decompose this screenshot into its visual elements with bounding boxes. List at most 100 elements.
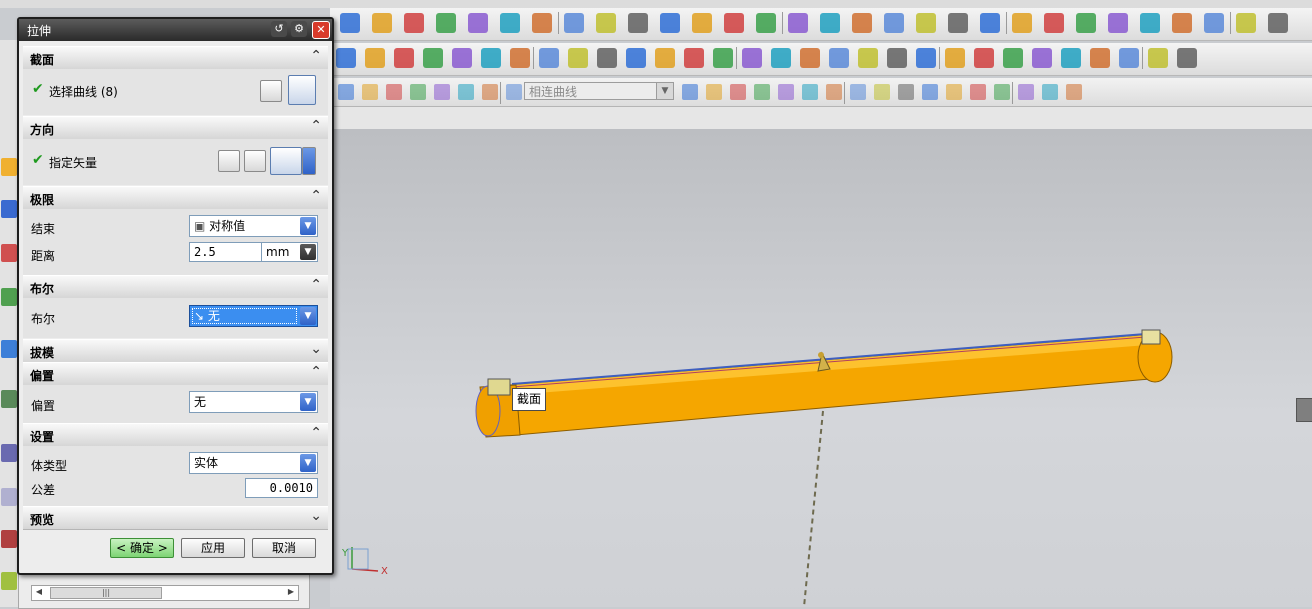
toolbar-command-icon[interactable] xyxy=(482,84,498,100)
toolbar-command-icon[interactable] xyxy=(1119,48,1139,68)
tolerance-input[interactable]: 0.0010 xyxy=(245,478,318,498)
toolbar-command-icon[interactable] xyxy=(970,84,986,100)
toolbar-command-icon[interactable] xyxy=(423,48,443,68)
toolbar-command-icon[interactable] xyxy=(539,48,559,68)
toolbar-command-icon[interactable] xyxy=(858,48,878,68)
toolbar-command-icon[interactable] xyxy=(1012,13,1032,33)
toolbar-command-icon[interactable] xyxy=(771,48,791,68)
toolbar-command-icon[interactable] xyxy=(916,48,936,68)
scroll-thumb[interactable]: ||| xyxy=(50,587,162,599)
dialog-titlebar[interactable]: 拉伸 ↺ ⚙ ✕ xyxy=(19,19,332,41)
gear-icon[interactable]: ⚙ xyxy=(291,21,307,37)
system-materials-icon[interactable] xyxy=(1,444,17,462)
toolbar-command-icon[interactable] xyxy=(628,13,648,33)
toolbar-command-icon[interactable] xyxy=(850,84,866,100)
clock-icon[interactable] xyxy=(1,488,17,506)
toolbar-command-icon[interactable] xyxy=(660,13,680,33)
toolbar-command-icon[interactable] xyxy=(1204,13,1224,33)
toolbar-command-icon[interactable] xyxy=(730,84,746,100)
toolbar-command-icon[interactable] xyxy=(1003,48,1023,68)
toolbar-command-icon[interactable] xyxy=(338,84,354,100)
toolbar-command-icon[interactable] xyxy=(336,48,356,68)
curve-rule-filter-combo[interactable]: 相连曲线 ▼ xyxy=(524,82,674,100)
toolbar-command-icon[interactable] xyxy=(1108,13,1128,33)
specify-vector-label[interactable]: 指定矢量 xyxy=(49,154,97,171)
toolbar-command-icon[interactable] xyxy=(948,13,968,33)
toolbar-command-icon[interactable] xyxy=(568,48,588,68)
roles-icon[interactable] xyxy=(1,572,17,590)
reuse-library-icon[interactable] xyxy=(1,288,17,306)
toolbar-command-icon[interactable] xyxy=(778,84,794,100)
toolbar-command-icon[interactable] xyxy=(500,13,520,33)
toolbar-command-icon[interactable] xyxy=(802,84,818,100)
boolean-group-header[interactable]: 布尔 ⌃ xyxy=(23,275,328,299)
section-select-icon[interactable] xyxy=(288,75,316,105)
toolbar-command-icon[interactable] xyxy=(1172,13,1192,33)
toolbar-command-icon[interactable] xyxy=(365,48,385,68)
end-select[interactable]: ▣ 对称值 ▼ xyxy=(189,215,318,237)
toolbar-command-icon[interactable] xyxy=(386,84,402,100)
toolbar-command-icon[interactable] xyxy=(682,84,698,100)
toolbar-command-icon[interactable] xyxy=(724,13,744,33)
vector-dialog-icon[interactable] xyxy=(244,150,266,172)
toolbar-command-icon[interactable] xyxy=(1148,48,1168,68)
toolbar-command-icon[interactable] xyxy=(713,48,733,68)
apply-button[interactable]: 应用 xyxy=(181,538,245,558)
toolbar-command-icon[interactable] xyxy=(481,48,501,68)
assembly-navigator-icon[interactable] xyxy=(1,158,17,176)
toolbar-command-icon[interactable] xyxy=(829,48,849,68)
toolbar-command-icon[interactable] xyxy=(468,13,488,33)
toolbar-command-icon[interactable] xyxy=(820,13,840,33)
body-type-select[interactable]: 实体 ▼ xyxy=(189,452,318,474)
distance-input[interactable]: 2.5 xyxy=(189,242,262,262)
toolbar-command-icon[interactable] xyxy=(980,13,1000,33)
toolbar-command-icon[interactable] xyxy=(1236,13,1256,33)
scroll-left-icon[interactable]: ◀ xyxy=(32,586,46,598)
toolbar-command-icon[interactable] xyxy=(1018,84,1034,100)
toolbar-command-icon[interactable] xyxy=(684,48,704,68)
toolbar-command-icon[interactable] xyxy=(452,48,472,68)
process-studio-icon[interactable] xyxy=(1,530,17,548)
toolbar-command-icon[interactable] xyxy=(754,84,770,100)
distance-unit-select[interactable]: mm ▼ xyxy=(261,242,318,262)
section-group-header[interactable]: 截面 ⌃ xyxy=(23,46,328,70)
toolbar-command-icon[interactable] xyxy=(1090,48,1110,68)
scroll-right-icon[interactable]: ▶ xyxy=(284,586,298,598)
viewport-edge-handle[interactable] xyxy=(1296,398,1312,422)
toolbar-command-icon[interactable] xyxy=(458,84,474,100)
settings-group-header[interactable]: 设置 ⌃ xyxy=(23,423,328,447)
toolbar-command-icon[interactable] xyxy=(852,13,872,33)
toolbar-command-icon[interactable] xyxy=(898,84,914,100)
draft-group-header[interactable]: 拔模 ⌄ xyxy=(23,339,328,363)
toolbar-command-icon[interactable] xyxy=(1032,48,1052,68)
reverse-direction-icon[interactable] xyxy=(218,150,240,172)
toolbar-command-icon[interactable] xyxy=(994,84,1010,100)
offset-select[interactable]: 无 ▼ xyxy=(189,391,318,413)
ok-button[interactable]: < 确定 > xyxy=(110,538,174,558)
toolbar-command-icon[interactable] xyxy=(626,48,646,68)
curve-rule-icon[interactable] xyxy=(260,80,282,102)
toolbar-command-icon[interactable] xyxy=(788,13,808,33)
preview-group-header[interactable]: 预览 ⌄ xyxy=(23,506,328,530)
select-curve-label[interactable]: 选择曲线 (8) xyxy=(49,83,118,100)
infer-vector-icon[interactable] xyxy=(270,147,302,175)
direction-group-header[interactable]: 方向 ⌃ xyxy=(23,116,328,140)
toolbar-command-icon[interactable] xyxy=(1061,48,1081,68)
toolbar-command-icon[interactable] xyxy=(436,13,456,33)
toolbar-command-icon[interactable] xyxy=(655,48,675,68)
web-browser-icon[interactable] xyxy=(1,340,17,358)
toolbar-command-icon[interactable] xyxy=(916,13,936,33)
toolbar-command-icon[interactable] xyxy=(874,84,890,100)
dropdown-arrow-icon[interactable] xyxy=(302,147,316,175)
toolbar-command-icon[interactable] xyxy=(394,48,414,68)
boolean-select[interactable]: ↘ 无 ▼ xyxy=(189,305,318,327)
toolbar-command-icon[interactable] xyxy=(1066,84,1082,100)
undo-icon[interactable]: ↺ xyxy=(271,21,287,37)
toolbar-command-icon[interactable] xyxy=(1076,13,1096,33)
toolbar-command-icon[interactable] xyxy=(884,13,904,33)
cancel-button[interactable]: 取消 xyxy=(252,538,316,558)
history-icon[interactable] xyxy=(1,390,17,408)
toolbar-command-icon[interactable] xyxy=(945,48,965,68)
toolbar-command-icon[interactable] xyxy=(706,84,722,100)
toolbar-command-icon[interactable] xyxy=(564,13,584,33)
